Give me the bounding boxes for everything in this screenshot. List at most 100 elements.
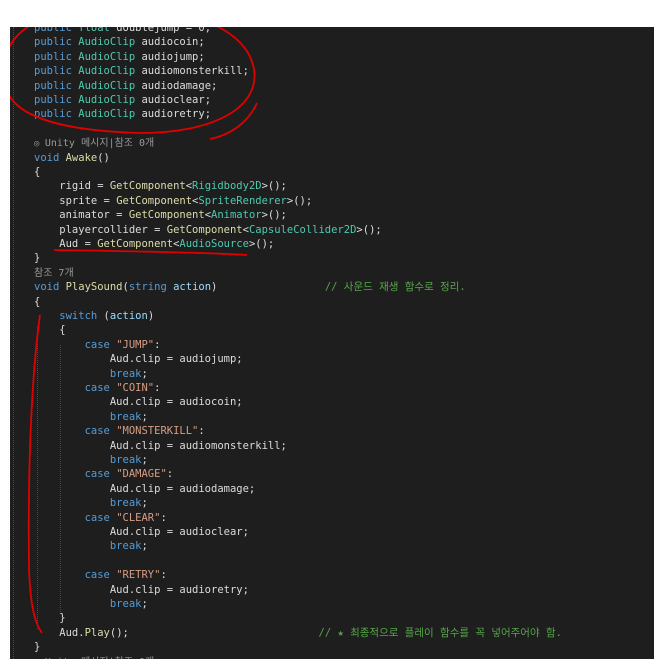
code-token: Aud.clip = audioretry; [34,583,249,596]
code-line[interactable]: case "CLEAR": [34,511,167,525]
code-token: () [97,151,110,164]
code-token: : [198,425,205,438]
code-token: >(); [248,238,275,250]
code-line[interactable]: public AudioClip audioretry; [34,107,211,121]
code-line[interactable]: Aud.Play(); // ★ 최종적으로 플레이 함수를 꼭 넣어주어야 함… [34,626,562,640]
code-line[interactable]: break; [34,539,148,553]
code-line[interactable]: case "JUMP": [34,338,161,352]
code-line[interactable]: Aud.clip = audioretry; [34,583,249,597]
code-line[interactable]: public AudioClip audiomonsterkill; [34,64,249,78]
codelens-reference[interactable]: 참조 7개 [34,268,74,279]
code-token: public [34,36,79,49]
code-token: sprite = [34,194,117,207]
code-token: ) [147,310,155,322]
code-token: break [34,540,142,553]
code-line[interactable]: } [34,611,65,625]
code-token: public [34,65,79,78]
code-line[interactable]: case "MONSTERKILL": [34,424,205,438]
code-token: AudioClip [78,65,142,78]
code-line[interactable]: case "COIN": [34,381,161,395]
code-token: case [34,569,117,582]
code-line[interactable]: break; [34,453,148,467]
code-token: public [34,79,79,92]
code-token: Aud.clip = audioclear; [34,526,249,538]
code-token: public [34,50,79,63]
code-token: Aud.clip = audiocoin; [34,396,243,409]
code-token: Animator [211,209,262,222]
code-line[interactable]: playercollider = GetComponent<CapsuleCol… [34,223,381,237]
code-token: case [34,425,117,438]
code-token: switch [34,310,104,322]
code-line[interactable]: Aud.clip = audiojump; [34,352,243,366]
code-line[interactable]: } [34,251,40,265]
code-token: case [34,468,117,481]
code-token: >(); [261,209,287,222]
code-editor[interactable]: public float doublejump = 0; public Audio… [10,27,654,659]
code-token: Aud. [34,626,85,639]
code-token: // 사운드 재생 함수로 정리. [324,281,466,294]
code-token: public [34,94,79,106]
code-token: void [34,281,66,294]
code-line[interactable]: animator = GetComponent<Animator>(); [34,208,287,222]
code-token: Rigidbody2D [192,180,262,193]
code-token: "MONSTERKILL" [116,425,199,438]
code-token: GetComponent [109,180,186,193]
code-line[interactable]: public float doublejump = 0; [34,27,211,35]
code-line[interactable]: void Awake() [34,151,110,165]
code-line[interactable]: public AudioClip audiocoin; [34,35,205,49]
code-token: string [128,281,174,294]
code-line[interactable]: { [34,165,40,179]
code-line[interactable]: public AudioClip audioclear; [34,93,211,107]
code-line[interactable]: ◎ Unity 메시지|참조 0개 [34,136,154,150]
code-token: AudioClip [78,50,142,63]
code-line[interactable]: Aud.clip = audiomonsterkill; [34,439,287,453]
code-line[interactable]: public AudioClip audiojump; [34,50,205,64]
code-line[interactable]: break; [34,496,148,510]
code-line[interactable]: break; [34,367,148,381]
code-line[interactable]: rigid = GetComponent<Rigidbody2D>(); [34,179,287,193]
code-token: void [34,151,66,164]
code-token: "RETRY" [116,569,161,582]
code-token: audiocoin; [141,36,205,49]
code-token: "DAMAGE" [116,468,167,481]
code-line[interactable]: { [34,323,65,337]
code-token: : [166,468,174,481]
code-line[interactable]: switch (action) [34,309,154,323]
code-token: "COIN" [116,382,155,394]
code-token: action [109,310,148,322]
code-token: AudioClip [78,108,142,121]
code-line[interactable]: 참조 7개 [34,266,74,280]
code-token: break [34,497,142,510]
code-token: break [34,598,142,610]
codelens-reference[interactable]: Unity 메시지|참조 0개 [45,138,154,149]
code-line[interactable]: { [34,295,40,309]
code-line[interactable]: break; [34,410,148,424]
code-token: SpriteRenderer [198,194,287,207]
code-line[interactable]: case "DAMAGE": [34,467,174,481]
code-line[interactable]: void PlaySound(string action) // 사운드 재생 … [34,280,466,294]
code-line[interactable]: Aud.clip = audiodamage; [34,482,255,496]
code-token: GetComponent [128,209,205,222]
code-token: Awake [65,151,98,164]
code-line[interactable]: Aud.clip = audioclear; [34,525,249,539]
code-token: animator = [34,209,129,222]
code-line[interactable]: } [34,640,40,654]
code-line[interactable]: public AudioClip audiodamage; [34,79,217,93]
code-line[interactable]: case "RETRY": [34,568,167,582]
code-token: AudioClip [78,94,142,106]
code-token: ; [141,540,148,553]
code-line[interactable]: ◎ Unity 메시지|참조 0개 [34,655,154,659]
code-line[interactable]: break; [34,597,148,611]
annotation-circle-tail [209,102,258,140]
code-token: Aud.clip = audiojump; [34,353,243,366]
code-token: >(); [261,180,287,193]
code-token: audiojump; [141,50,205,63]
code-line[interactable]: Aud = GetComponent<AudioSource>(); [34,237,274,251]
code-token: AudioClip [78,36,142,49]
code-line[interactable]: Aud.clip = audiocoin; [34,395,243,409]
code-line[interactable]: sprite = GetComponent<SpriteRenderer>(); [34,194,312,208]
code-token: float [78,27,117,34]
code-token: } [34,641,41,654]
code-token: Aud.clip = audiodamage; [34,482,256,495]
